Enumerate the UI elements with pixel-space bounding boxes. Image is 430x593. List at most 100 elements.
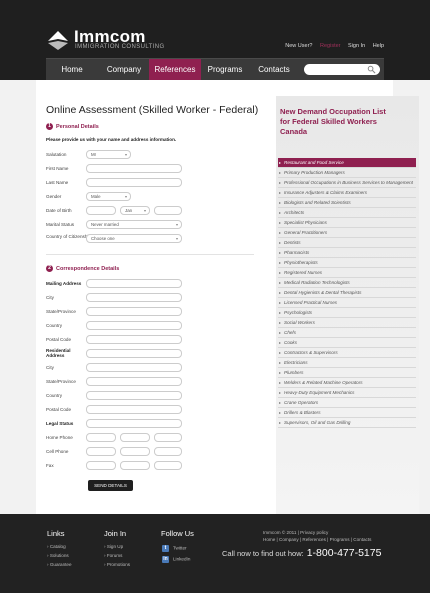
call-text: Call now to find out how: [222, 549, 304, 558]
occupation-item[interactable]: General Practitioners [278, 228, 416, 238]
gender-value: Male [91, 194, 101, 199]
occupation-item[interactable]: Restaurant and Food Service [278, 158, 416, 168]
salutation-select[interactable]: Mr ▾ [86, 150, 131, 159]
occupation-item[interactable]: Dentists [278, 238, 416, 248]
logo[interactable]: Immcom IMMIGRATION CONSULTING [46, 27, 164, 53]
footer-join-heading: Join In [104, 529, 127, 538]
occupation-item[interactable]: Crane Operators [278, 398, 416, 408]
footer-link-linkedin[interactable]: in LinkedIn [162, 556, 190, 563]
country-field[interactable] [86, 321, 182, 330]
occupation-item[interactable]: Specialist Physicians [278, 218, 416, 228]
last-name-label: Last Name [46, 180, 69, 185]
occupation-item[interactable]: Professional Occupations in Business Ser… [278, 178, 416, 188]
state-label: State/Province [46, 309, 76, 314]
nav-company[interactable]: Company [98, 59, 150, 81]
gender-label: Gender [46, 194, 62, 199]
page-title: Online Assessment (Skilled Worker - Fede… [46, 104, 259, 116]
citizenship-select[interactable]: Choose one ▾ [86, 234, 182, 243]
nav-home[interactable]: Home [46, 59, 98, 81]
residential-address-field[interactable] [86, 349, 182, 358]
occupation-item[interactable]: Dental Hygienists & Dental Therapists [278, 288, 416, 298]
search-input[interactable] [304, 64, 380, 75]
city2-field[interactable] [86, 363, 182, 372]
search-icon[interactable] [367, 65, 376, 74]
occupation-item[interactable]: Insurance Adjusters & Claims Examiners [278, 188, 416, 198]
sign-in-link[interactable]: Sign In [348, 43, 365, 49]
nav-contacts[interactable]: Contacts [249, 59, 299, 81]
mailing-address-field[interactable] [86, 279, 182, 288]
occupation-item[interactable]: Biologists and Related Scientists [278, 198, 416, 208]
country-label: Country [46, 323, 63, 328]
fax-code[interactable] [86, 461, 116, 470]
fax-area[interactable] [120, 461, 150, 470]
occupation-item[interactable]: Drillers & Blasters [278, 408, 416, 418]
postal2-field[interactable] [86, 405, 182, 414]
legal-status-field[interactable] [86, 419, 182, 428]
occupation-item[interactable]: Heavy-Duty Equipment Mechanics [278, 388, 416, 398]
section-correspondence-header: 2 Correspondence Details [46, 265, 119, 272]
footer-link-solutions[interactable]: › Solutions [47, 553, 69, 558]
phone-number: 1-800-477-5175 [306, 547, 382, 559]
occupation-item[interactable]: Chefs [278, 328, 416, 338]
state2-field[interactable] [86, 377, 182, 386]
dob-day-field[interactable] [86, 206, 116, 215]
citizenship-label: Country of Citizenship [46, 234, 91, 239]
footer-link-twitter[interactable]: t Twitter [162, 545, 187, 552]
occupation-item[interactable]: Psychologists [278, 308, 416, 318]
occupation-item[interactable]: Architects [278, 208, 416, 218]
new-user-text: New User? [285, 43, 313, 49]
state2-label: State/Province [46, 379, 76, 384]
footer-link-signup[interactable]: › Sign Up [104, 544, 123, 549]
occupation-item[interactable]: Contractors & Supervisors [278, 348, 416, 358]
occupation-item[interactable]: Welders & Related Machine Operators [278, 378, 416, 388]
register-link[interactable]: Register [320, 43, 340, 49]
occupation-list: Restaurant and Food ServicePrimary Produ… [278, 158, 416, 428]
cell-phone-code[interactable] [86, 447, 116, 456]
occupation-item[interactable]: Primary Production Managers [278, 168, 416, 178]
chevron-down-icon: ▾ [175, 236, 178, 241]
gender-select[interactable]: Male ▾ [86, 192, 131, 201]
dob-year-field[interactable] [154, 206, 182, 215]
footer-link-forums[interactable]: › Forums [104, 553, 122, 558]
occupation-item[interactable]: Medical Radiation Technologists [278, 278, 416, 288]
footer-link-catalog[interactable]: › Catalog [47, 544, 66, 549]
call-to-action: Call now to find out how: 1-800-477-5175 [222, 547, 381, 559]
occupation-item[interactable]: Licensed Practical Nurses [278, 298, 416, 308]
occupation-item[interactable]: Social Workers [278, 318, 416, 328]
help-link[interactable]: Help [373, 43, 384, 49]
footer-link-promotions[interactable]: › Promotions [104, 562, 130, 567]
content-panel: Online Assessment (Skilled Worker - Fede… [36, 80, 419, 514]
occupation-item[interactable]: Physiotherapists [278, 258, 416, 268]
state-field[interactable] [86, 307, 182, 316]
nav-references[interactable]: References [149, 59, 201, 81]
dob-month-select[interactable]: Jan ▾ [120, 206, 150, 215]
cell-phone-number[interactable] [154, 447, 182, 456]
main-nav: Home Company References Programs Contact… [46, 58, 384, 81]
footer-link-guarantee[interactable]: › Guarantee [47, 562, 72, 567]
last-name-field[interactable] [86, 178, 182, 187]
occupation-item[interactable]: Electricians [278, 358, 416, 368]
country2-field[interactable] [86, 391, 182, 400]
country2-label: Country [46, 393, 63, 398]
first-name-label: First Name [46, 166, 69, 171]
cell-phone-area[interactable] [120, 447, 150, 456]
home-phone-code[interactable] [86, 433, 116, 442]
occupation-item[interactable]: Registered Nurses [278, 268, 416, 278]
occupation-item[interactable]: Cooks [278, 338, 416, 348]
first-name-field[interactable] [86, 164, 182, 173]
fax-number[interactable] [154, 461, 182, 470]
site-footer: Links › Catalog › Solutions › Guarantee … [0, 514, 430, 593]
send-details-button[interactable]: SEND DETAILS [88, 480, 133, 491]
home-phone-number[interactable] [154, 433, 182, 442]
top-links: New User? Register Sign In Help [279, 43, 384, 49]
city-field[interactable] [86, 293, 182, 302]
legal-status-label: Legal Status [46, 421, 74, 426]
home-phone-area[interactable] [120, 433, 150, 442]
postal-field[interactable] [86, 335, 182, 344]
footer-nav[interactable]: Home | Company | References | Programs |… [263, 537, 371, 542]
occupation-item[interactable]: Supervisors, Oil and Gas Drilling [278, 418, 416, 428]
marital-select[interactable]: Never married ▾ [86, 220, 182, 229]
nav-programs[interactable]: Programs [201, 59, 249, 81]
occupation-item[interactable]: Plumbers [278, 368, 416, 378]
occupation-item[interactable]: Pharmacists [278, 248, 416, 258]
